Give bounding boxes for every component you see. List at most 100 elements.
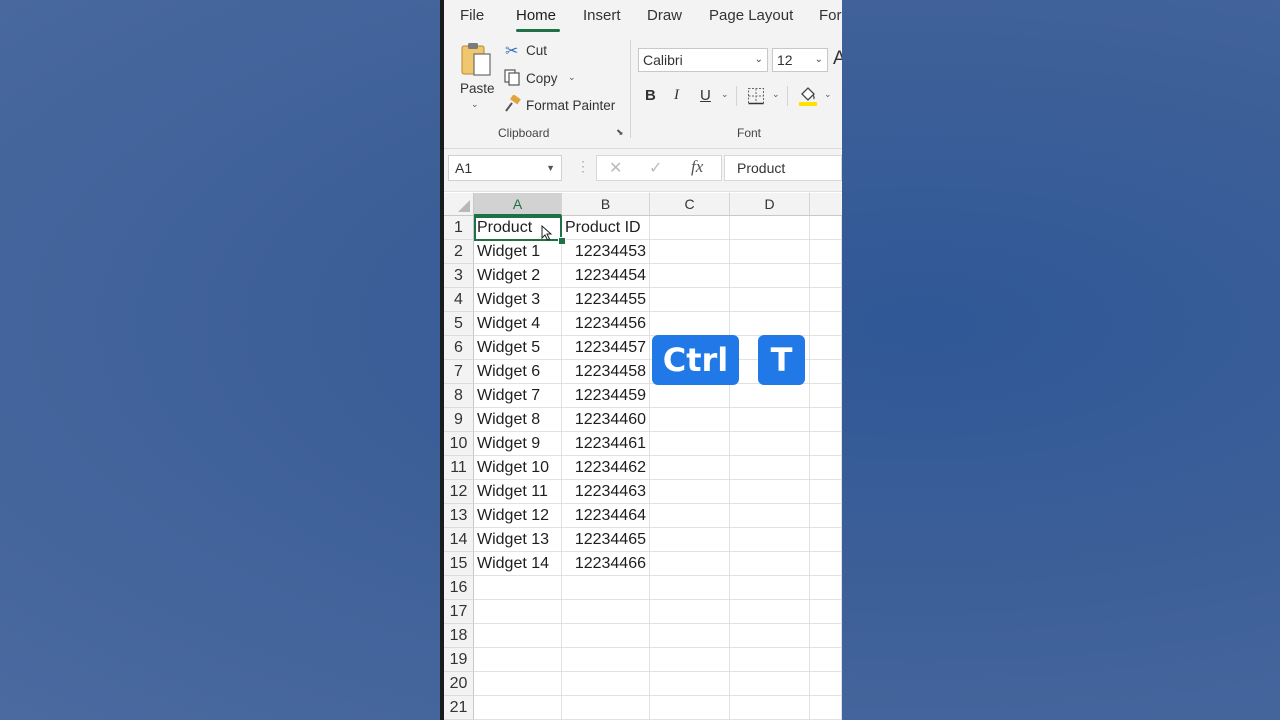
borders-icon[interactable] [747, 87, 765, 105]
cell[interactable] [650, 600, 730, 624]
cell[interactable] [810, 312, 842, 336]
cell[interactable] [730, 312, 810, 336]
cell[interactable] [810, 648, 842, 672]
bold-button[interactable]: B [645, 87, 656, 104]
cell[interactable]: 12234456 [562, 312, 650, 336]
cell[interactable]: Product ID [562, 216, 650, 240]
cell[interactable] [562, 648, 650, 672]
cell[interactable] [730, 264, 810, 288]
cell[interactable]: 12234455 [562, 288, 650, 312]
formula-input[interactable]: Product [724, 155, 842, 181]
row-header[interactable]: 7 [444, 360, 474, 384]
cell[interactable] [474, 672, 562, 696]
cell[interactable] [650, 432, 730, 456]
cell[interactable]: Widget 8 [474, 408, 562, 432]
tab-formulas[interactable]: For [819, 7, 842, 24]
tab-file[interactable]: File [460, 7, 484, 24]
chevron-down-icon[interactable]: ⌄ [471, 99, 479, 110]
cell[interactable] [474, 696, 562, 720]
cut-button[interactable]: ✂ Cut [502, 40, 572, 62]
cell[interactable]: Widget 13 [474, 528, 562, 552]
cell[interactable]: 12234459 [562, 384, 650, 408]
column-header-e[interactable] [810, 193, 842, 216]
row-header[interactable]: 5 [444, 312, 474, 336]
row-header[interactable]: 13 [444, 504, 474, 528]
cell[interactable]: Widget 11 [474, 480, 562, 504]
row-header[interactable]: 8 [444, 384, 474, 408]
tab-draw[interactable]: Draw [647, 7, 682, 24]
cell[interactable] [730, 456, 810, 480]
cell[interactable] [650, 576, 730, 600]
cell[interactable] [650, 240, 730, 264]
cell[interactable]: 12234461 [562, 432, 650, 456]
row-header[interactable]: 10 [444, 432, 474, 456]
cell[interactable]: Widget 7 [474, 384, 562, 408]
row-header[interactable]: 4 [444, 288, 474, 312]
cell[interactable] [730, 576, 810, 600]
column-header-b[interactable]: B [562, 193, 650, 216]
copy-button[interactable]: Copy ⌄ [502, 67, 582, 89]
cell[interactable] [562, 576, 650, 600]
cell[interactable]: 12234458 [562, 360, 650, 384]
cell[interactable] [810, 600, 842, 624]
cell[interactable]: Widget 10 [474, 456, 562, 480]
row-header[interactable]: 11 [444, 456, 474, 480]
chevron-down-icon[interactable]: ⌄ [721, 89, 729, 100]
cell[interactable] [730, 624, 810, 648]
cell[interactable] [650, 456, 730, 480]
cell[interactable] [562, 696, 650, 720]
tab-page-layout[interactable]: Page Layout [709, 7, 793, 24]
row-header[interactable]: 9 [444, 408, 474, 432]
row-header[interactable]: 19 [444, 648, 474, 672]
cell[interactable] [562, 672, 650, 696]
cell[interactable] [730, 480, 810, 504]
row-header[interactable]: 14 [444, 528, 474, 552]
cell[interactable] [810, 432, 842, 456]
cell[interactable] [810, 528, 842, 552]
cell[interactable] [650, 216, 730, 240]
row-header[interactable]: 15 [444, 552, 474, 576]
enter-icon[interactable]: ✓ [649, 158, 662, 178]
cell[interactable] [810, 696, 842, 720]
row-header[interactable]: 16 [444, 576, 474, 600]
cell[interactable]: 12234465 [562, 528, 650, 552]
row-header[interactable]: 12 [444, 480, 474, 504]
cell[interactable]: Widget 12 [474, 504, 562, 528]
cell[interactable] [730, 696, 810, 720]
cell[interactable] [474, 624, 562, 648]
cell[interactable] [730, 240, 810, 264]
cell[interactable] [650, 480, 730, 504]
row-header[interactable]: 21 [444, 696, 474, 720]
cell[interactable] [474, 648, 562, 672]
worksheet-grid[interactable]: A B C D 1 Product Product ID 2 Widget 1 12234… [444, 193, 842, 720]
cell[interactable] [730, 552, 810, 576]
cell[interactable] [650, 552, 730, 576]
cell[interactable] [810, 624, 842, 648]
cell[interactable] [730, 384, 810, 408]
cell[interactable]: Widget 9 [474, 432, 562, 456]
chevron-down-icon[interactable]: ⌄ [772, 89, 780, 100]
cell[interactable]: 12234454 [562, 264, 650, 288]
cell[interactable]: Widget 4 [474, 312, 562, 336]
name-box[interactable]: A1 ▼ [448, 155, 562, 181]
cell[interactable] [810, 576, 842, 600]
row-header[interactable]: 18 [444, 624, 474, 648]
cell[interactable] [474, 600, 562, 624]
format-painter-button[interactable]: Format Painter [502, 94, 620, 116]
cell[interactable]: 12234462 [562, 456, 650, 480]
cell[interactable] [650, 504, 730, 528]
cell[interactable]: Widget 1 [474, 240, 562, 264]
cell[interactable] [650, 648, 730, 672]
cell[interactable] [650, 672, 730, 696]
cell[interactable]: Widget 3 [474, 288, 562, 312]
cell[interactable] [650, 528, 730, 552]
cell[interactable] [810, 288, 842, 312]
column-header-a[interactable]: A [474, 193, 562, 216]
cell[interactable] [730, 408, 810, 432]
row-header[interactable]: 6 [444, 336, 474, 360]
row-header[interactable]: 20 [444, 672, 474, 696]
fill-bucket-icon[interactable] [798, 84, 818, 106]
cell[interactable] [810, 336, 842, 360]
cell[interactable] [650, 288, 730, 312]
cell[interactable]: 12234466 [562, 552, 650, 576]
